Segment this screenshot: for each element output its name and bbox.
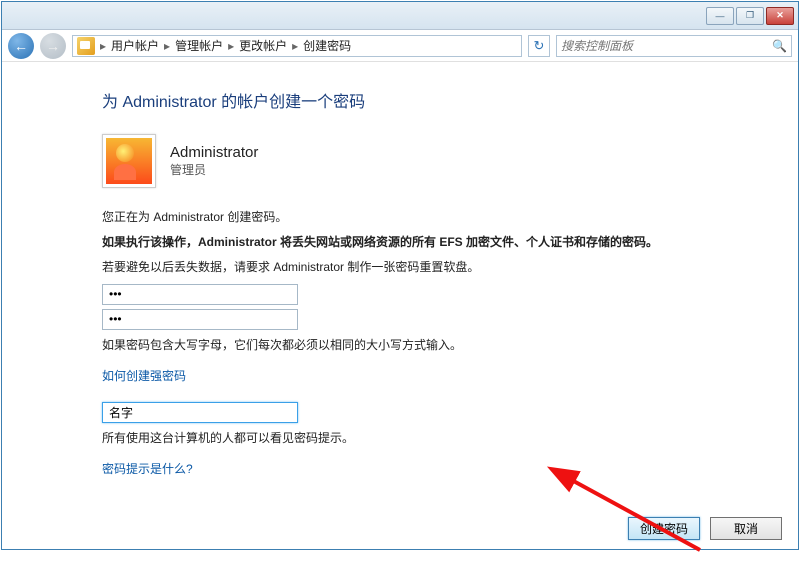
caps-note: 如果密码包含大写字母，它们每次都必须以相同的大小写方式输入。 (102, 336, 758, 355)
chevron-right-icon: ▸ (227, 39, 235, 53)
user-role: 管理员 (170, 161, 258, 178)
page-title: 为 Administrator 的帐户创建一个密码 (102, 88, 758, 112)
breadcrumb[interactable]: ▸ 用户帐户 ▸ 管理帐户 ▸ 更改帐户 ▸ 创建密码 (72, 35, 522, 57)
avatar (102, 134, 156, 188)
password-hint-input[interactable] (102, 402, 298, 423)
crumb-change[interactable]: 更改帐户 (235, 37, 291, 54)
info-line-1: 您正在为 Administrator 创建密码。 (102, 208, 758, 227)
content-area: 为 Administrator 的帐户创建一个密码 Administrator … (2, 64, 798, 507)
chevron-right-icon: ▸ (163, 39, 171, 53)
search-input[interactable] (561, 39, 772, 53)
back-button[interactable]: ← (8, 33, 34, 59)
flower-icon (106, 138, 152, 184)
refresh-button[interactable]: ↻ (528, 35, 550, 57)
cancel-button[interactable]: 取消 (710, 517, 782, 540)
hint-note: 所有使用这台计算机的人都可以看见密码提示。 (102, 429, 758, 448)
search-icon[interactable]: 🔍 (772, 39, 787, 53)
crumb-users[interactable]: 用户帐户 (107, 37, 163, 54)
new-password-input[interactable] (102, 284, 298, 305)
user-name: Administrator (170, 144, 258, 161)
forward-button[interactable]: → (40, 33, 66, 59)
crumb-manage[interactable]: 管理帐户 (171, 37, 227, 54)
chevron-right-icon: ▸ (99, 39, 107, 53)
search-box[interactable]: 🔍 (556, 35, 792, 57)
hint-help-link[interactable]: 密码提示是什么? (102, 460, 193, 477)
create-password-button[interactable]: 创建密码 (628, 517, 700, 540)
chevron-right-icon: ▸ (291, 39, 299, 53)
maximize-button[interactable]: ❐ (736, 7, 764, 25)
info-line-2: 如果执行该操作，Administrator 将丢失网站或网络资源的所有 EFS … (102, 233, 758, 252)
footer: 创建密码 取消 (2, 507, 798, 549)
minimize-button[interactable]: — (706, 7, 734, 25)
control-panel-icon (77, 37, 95, 55)
window-titlebar: — ❐ ✕ (2, 2, 798, 30)
close-button[interactable]: ✕ (766, 7, 794, 25)
strong-password-link[interactable]: 如何创建强密码 (102, 367, 186, 384)
user-summary: Administrator 管理员 (102, 134, 758, 188)
crumb-create-pwd[interactable]: 创建密码 (299, 37, 355, 54)
confirm-password-input[interactable] (102, 309, 298, 330)
nav-bar: ← → ▸ 用户帐户 ▸ 管理帐户 ▸ 更改帐户 ▸ 创建密码 ↻ 🔍 (2, 30, 798, 62)
info-line-3: 若要避免以后丢失数据，请要求 Administrator 制作一张密码重置软盘。 (102, 258, 758, 277)
